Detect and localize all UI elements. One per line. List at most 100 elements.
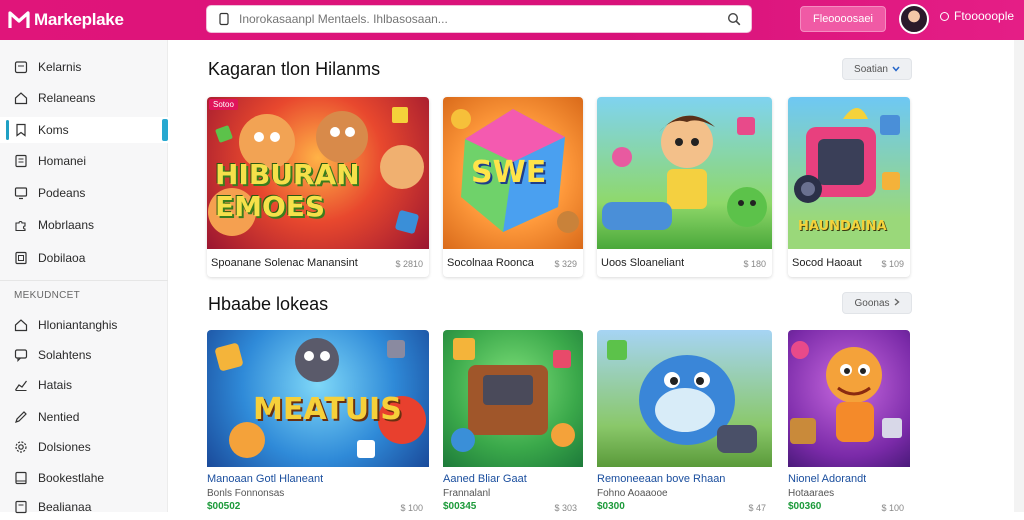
sidebar-item-nentied[interactable]: Nentied	[0, 404, 168, 430]
product-card[interactable]: HAUNDAINA Socod Haoaut $ 109	[788, 97, 910, 277]
search-prefix-icon	[217, 12, 231, 26]
bookmark-icon	[14, 123, 28, 137]
logo-text: Markeplake	[34, 10, 124, 29]
product-sale-price: $0300	[597, 501, 625, 512]
product-sale-price: $00345	[443, 501, 477, 512]
sidebar-section-heading: MEKUDNCET	[14, 290, 81, 301]
sidebar-item-hloniantanghis[interactable]: Hloniantanghis	[0, 312, 168, 338]
product-title: Socolnaa Roonca	[447, 257, 534, 269]
product-price: $ 329	[554, 259, 577, 269]
product-subtitle: Hotaaraes	[788, 488, 835, 499]
product-art-title: HAUNDAINA	[798, 219, 887, 234]
monitor-icon	[14, 186, 28, 200]
product-price: $ 100	[400, 503, 423, 512]
file-icon	[14, 251, 28, 265]
sidebar-item-dobilaoa[interactable]: Dobilaoa	[0, 245, 168, 271]
product-title: Nionel Adorandt	[788, 473, 867, 485]
home-icon	[14, 91, 28, 105]
settings-icon	[14, 440, 28, 454]
document-icon	[14, 154, 28, 168]
product-thumbnail	[443, 330, 583, 467]
sidebar-item-label: Hatais	[38, 378, 73, 392]
sort-dropdown-label: Soatian	[854, 63, 888, 75]
promo-button[interactable]: Fleoooosaei	[800, 6, 886, 32]
chart-icon	[14, 378, 28, 392]
sidebar-item-solahtens[interactable]: Solahtens	[0, 342, 168, 368]
product-card[interactable]: Nionel Adorandt Hotaaraes $00360 $ 100	[788, 330, 910, 512]
sidebar-divider	[0, 280, 168, 281]
sidebar-item-label: Solahtens	[38, 348, 92, 362]
user-menu-button[interactable]: Ftooooople	[940, 9, 1014, 23]
product-thumbnail	[597, 330, 772, 467]
home-icon	[14, 318, 28, 332]
chat-icon	[14, 348, 28, 362]
search-input[interactable]	[239, 12, 727, 26]
section-title-popular: Hbaabe lokeas	[208, 294, 329, 314]
sidebar-item-homanei[interactable]: Homanei	[0, 148, 168, 174]
section-title-featured: Kagaran tlon Hilanms	[208, 59, 381, 79]
sidebar-item-mobrlaans[interactable]: Mobrlaans	[0, 212, 168, 238]
product-title: Uoos Sloaneliant	[601, 257, 685, 269]
product-sale-price: $00360	[788, 501, 822, 512]
product-badge: Sotoo	[209, 99, 238, 110]
sidebar-item-bealianaa[interactable]: Bealianaa	[0, 494, 168, 520]
product-price: $ 180	[743, 259, 766, 269]
product-art-title: HIBURAN EMOES	[215, 158, 360, 223]
product-title: Remoneeaan bove Rhaan	[597, 473, 726, 485]
sidebar-item-label: Bookestlahe	[38, 471, 105, 485]
product-price: $ 303	[554, 503, 577, 512]
product-title: Manoaan Gotl Hlaneant	[207, 473, 324, 485]
product-thumbnail: MEATUIS	[207, 330, 429, 467]
logo-icon	[8, 9, 30, 31]
calendar-icon	[14, 60, 28, 74]
product-subtitle: Frannalanl	[443, 488, 491, 499]
product-thumbnail: SWE	[443, 97, 583, 249]
product-price: $ 2810	[395, 259, 423, 269]
product-card[interactable]: Uoos Sloaneliant $ 180	[597, 97, 772, 277]
product-title: Aaned Bliar Gaat	[443, 473, 527, 485]
product-title: Socod Haoaut	[792, 257, 862, 269]
product-thumbnail: HIBURAN EMOES	[207, 97, 429, 249]
sidebar-item-label: Koms	[38, 123, 69, 137]
product-card[interactable]: HIBURAN EMOES Sotoo Spoanane Solenac Man…	[207, 97, 429, 277]
product-price: $ 100	[881, 503, 904, 512]
search-bar[interactable]	[206, 5, 752, 33]
sidebar-item-label: Mobrlaans	[38, 218, 95, 232]
top-bar: Markeplake Fleoooosaei Ftooooople	[0, 0, 1024, 40]
sidebar-item-label: Hloniantanghis	[38, 318, 118, 332]
sidebar-item-podeans[interactable]: Podeans	[0, 180, 168, 206]
see-more-button[interactable]: Goonas	[842, 292, 912, 314]
sidebar-item-label: Dolsiones	[38, 440, 91, 454]
sidebar-item-hatais[interactable]: Hatais	[0, 372, 168, 398]
sidebar-item-label: Homanei	[38, 154, 87, 168]
sidebar-item-relaneans[interactable]: Relaneans	[0, 85, 168, 111]
scrollbar[interactable]	[1014, 40, 1024, 512]
sidebar-item-label: Relaneans	[38, 91, 96, 105]
avatar[interactable]	[899, 4, 929, 34]
book-icon	[14, 471, 28, 485]
sidebar-item-dolsiones[interactable]: Dolsiones	[0, 434, 168, 460]
product-subtitle: Fohno Aoaaooe	[597, 488, 668, 499]
product-thumbnail: HAUNDAINA	[788, 97, 910, 249]
product-card[interactable]: Remoneeaan bove Rhaan Fohno Aoaaooe $030…	[597, 330, 772, 512]
sort-dropdown[interactable]: Soatian	[842, 58, 912, 80]
puzzle-icon	[14, 218, 28, 232]
product-card[interactable]: MEATUIS Manoaan Gotl Hlaneant Bonls Fonn…	[207, 330, 429, 512]
product-title: Spoanane Solenac Manansint	[211, 257, 358, 269]
user-menu-label: Ftooooople	[954, 9, 1015, 23]
chevron-down-icon	[892, 64, 900, 75]
sidebar-item-label: Nentied	[38, 410, 80, 424]
product-price: $ 109	[881, 259, 904, 269]
status-dot-icon	[940, 11, 949, 21]
logo[interactable]: Markeplake	[8, 6, 124, 34]
sidebar-item-kelarnis[interactable]: Kelarnis	[0, 54, 168, 80]
see-more-label: Goonas	[854, 297, 890, 309]
sidebar-item-koms[interactable]: Koms	[0, 117, 168, 143]
product-card[interactable]: Aaned Bliar Gaat Frannalanl $00345 $ 303	[443, 330, 583, 512]
sidebar-item-label: Kelarnis	[38, 60, 82, 74]
chevron-right-icon	[894, 297, 900, 309]
product-sale-price: $00502	[207, 501, 241, 512]
search-icon[interactable]	[727, 12, 741, 26]
sidebar-item-bookestlahe[interactable]: Bookestlahe	[0, 465, 168, 491]
product-card[interactable]: SWE Socolnaa Roonca $ 329	[443, 97, 583, 277]
